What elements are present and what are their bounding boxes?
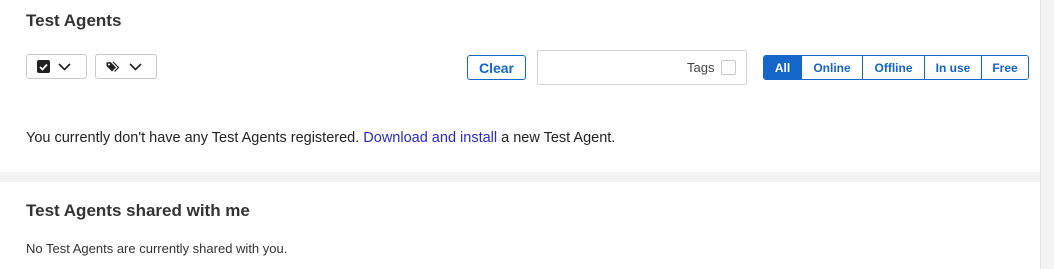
- checkbox-checked-icon: [37, 60, 50, 73]
- select-dropdown[interactable]: [26, 54, 87, 79]
- filter-free-button[interactable]: Free: [981, 56, 1028, 79]
- download-install-link[interactable]: Download and install: [363, 130, 497, 146]
- test-agents-panel: Test Agents Clear Tags All Online Offlin…: [0, 0, 1041, 269]
- tags-filter-checkbox[interactable]: [721, 60, 736, 75]
- status-filter-group: All Online Offline In use Free: [763, 55, 1029, 80]
- empty-state-suffix: a new Test Agent.: [497, 130, 616, 146]
- filter-in-use-button[interactable]: In use: [924, 56, 981, 79]
- tags-filter-input[interactable]: [544, 57, 678, 80]
- shared-empty-message: No Test Agents are currently shared with…: [26, 241, 288, 256]
- shared-section-title: Test Agents shared with me: [26, 201, 250, 220]
- filter-online-button[interactable]: Online: [801, 56, 862, 79]
- chevron-down-icon: [129, 62, 142, 71]
- tag-icon: [106, 61, 121, 73]
- empty-state-prefix: You currently don't have any Test Agents…: [26, 130, 364, 146]
- section-divider: [0, 172, 1041, 182]
- empty-state-message: You currently don't have any Test Agents…: [26, 130, 615, 146]
- chevron-down-icon: [58, 62, 71, 71]
- tags-filter-label: Tags: [687, 60, 715, 75]
- page-title: Test Agents: [26, 11, 122, 30]
- vertical-scrollbar[interactable]: [1040, 0, 1054, 269]
- tags-filter: Tags: [537, 50, 747, 85]
- clear-button[interactable]: Clear: [467, 55, 526, 80]
- filter-all-button[interactable]: All: [764, 56, 801, 79]
- filter-offline-button[interactable]: Offline: [862, 56, 924, 79]
- tags-dropdown[interactable]: [95, 54, 157, 79]
